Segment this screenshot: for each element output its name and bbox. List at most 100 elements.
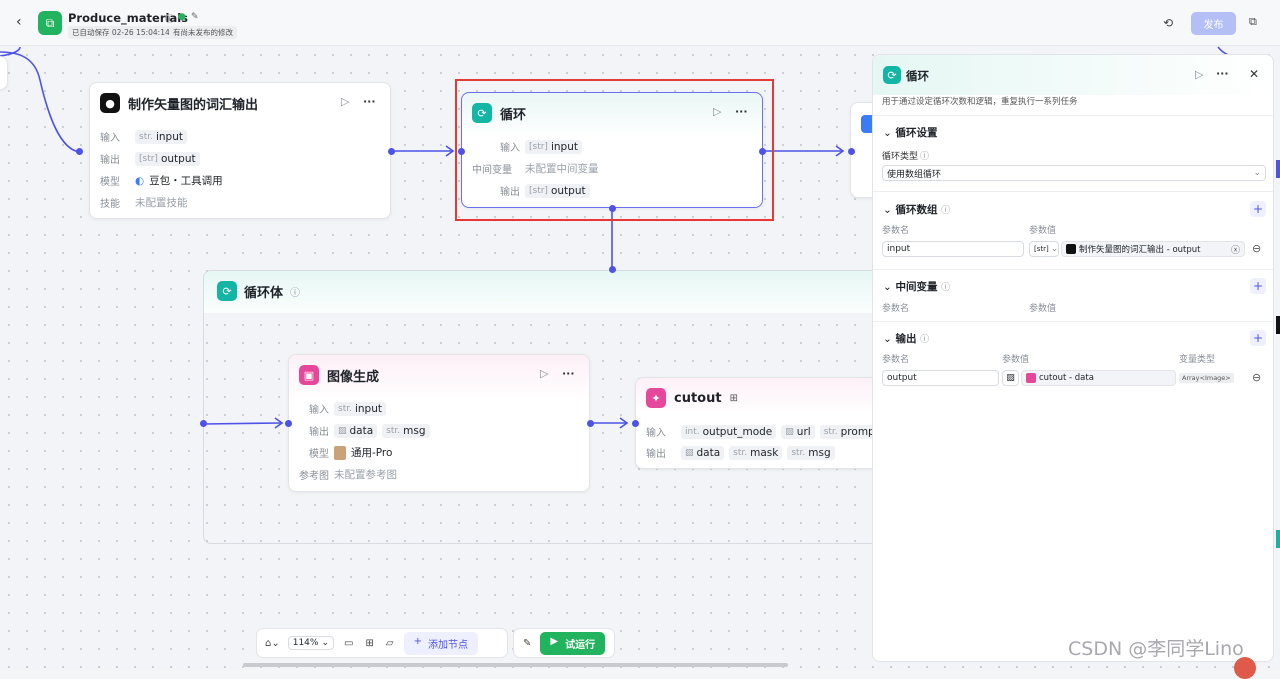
- loop-array-heading[interactable]: ⌄ 循环数组 ⓘ: [883, 202, 950, 217]
- param-name-value: output: [887, 373, 917, 383]
- model-avatar: [334, 445, 346, 460]
- chevron-down-icon: ⌄: [1050, 244, 1059, 254]
- output-ref-field[interactable]: cutout - data: [1021, 370, 1176, 386]
- chevron-down-icon: ⌄: [883, 281, 892, 293]
- info-icon[interactable]: ⓘ: [941, 206, 950, 216]
- info-icon[interactable]: ⓘ: [920, 149, 929, 162]
- info-icon[interactable]: ⓘ: [290, 284, 300, 299]
- output-tag: ▨ data: [681, 445, 725, 460]
- close-icon[interactable]: ✕: [1249, 67, 1259, 81]
- zoom-value: 114%: [292, 638, 319, 648]
- loop-body-icon: ⟳: [217, 281, 237, 301]
- port-out[interactable]: [587, 420, 594, 427]
- run-node-icon[interactable]: ▷: [713, 105, 721, 118]
- cutout-node[interactable]: ✦ cutout ⊞ 输入 int. output_mode ▨ url str. p…: [635, 377, 883, 469]
- loop-settings-heading[interactable]: ⌄ 循环设置: [883, 125, 937, 140]
- output-label: 输出: [309, 427, 329, 438]
- info-icon[interactable]: ⓘ: [941, 283, 950, 293]
- ref-label: 参考图: [299, 471, 329, 482]
- input-label: 输入: [646, 428, 666, 439]
- var-name: input: [155, 130, 183, 143]
- partial-node-left[interactable]: [0, 56, 8, 90]
- array-ref-field[interactable]: 制作矢量图的词汇输出 - output ⓧ: [1061, 241, 1245, 257]
- input-tag: str. input: [334, 401, 386, 416]
- loop-type-select[interactable]: 使用数组循环 ⌄: [882, 165, 1266, 181]
- add-node-button[interactable]: + 添加节点: [403, 631, 478, 655]
- output-heading[interactable]: ⌄ 输出 ⓘ: [883, 331, 929, 346]
- skill-value: 未配置技能: [135, 197, 188, 209]
- output-tag: [str] output: [135, 151, 200, 166]
- zoom-select[interactable]: 114% ⌄: [287, 636, 335, 650]
- more-icon[interactable]: ···: [363, 95, 376, 108]
- port-out[interactable]: [759, 148, 766, 155]
- more-icon[interactable]: ···: [562, 367, 575, 380]
- info-icon[interactable]: ⓘ: [920, 335, 929, 345]
- param-name-value: input: [887, 244, 911, 254]
- mid-vars-heading[interactable]: ⌄ 中间变量 ⓘ: [883, 279, 950, 294]
- loop-node[interactable]: ⟳ 循环 ▷ ··· 输入 [str] input 中间变量 未配置中间变量 输出…: [461, 92, 763, 208]
- edge-marker: [1276, 160, 1280, 178]
- model-label: 模型: [309, 449, 329, 460]
- output-tag: ▨ data: [334, 423, 378, 438]
- output-name-input[interactable]: output: [882, 370, 999, 386]
- port-out[interactable]: [388, 148, 395, 155]
- avatar: [1234, 657, 1256, 679]
- chevron-down-icon: ⌄: [321, 638, 330, 648]
- var-type-header: 变量类型: [1179, 355, 1216, 365]
- minimap-icon[interactable]: ▱: [386, 638, 394, 649]
- array-type-select[interactable]: [str] ⌄: [1029, 241, 1059, 257]
- skill-label: 技能: [100, 199, 120, 210]
- type-label: str.: [139, 131, 153, 142]
- output-tag: str. mask: [729, 445, 783, 460]
- add-array-param-button[interactable]: +: [1250, 201, 1266, 217]
- horizontal-scrollbar[interactable]: [243, 663, 788, 667]
- model-label: 模型: [100, 177, 120, 188]
- ref-value: 制作矢量图的词汇输出 - output: [1079, 245, 1201, 255]
- input-label: 输入: [309, 405, 329, 416]
- comment-icon[interactable]: ▭: [344, 638, 353, 649]
- type-label: str.: [338, 403, 352, 414]
- test-run-button[interactable]: ▶ 试运行: [540, 631, 606, 655]
- image-type-icon: ▨: [1006, 373, 1015, 383]
- debug-icon[interactable]: ✎: [523, 638, 531, 649]
- divider: [873, 321, 1273, 322]
- watermark: CSDN @李同学Lino: [1068, 638, 1244, 660]
- port-in[interactable]: [632, 420, 639, 427]
- output-label: 输出: [500, 187, 520, 198]
- panel-title: 循环: [906, 69, 929, 83]
- port-in[interactable]: [848, 148, 855, 155]
- port-in[interactable]: [285, 420, 292, 427]
- port-body[interactable]: [609, 205, 616, 212]
- port-body-in[interactable]: [609, 266, 616, 273]
- var-name: data: [696, 446, 721, 459]
- port-in[interactable]: [76, 148, 83, 155]
- run-node-icon[interactable]: ▷: [1195, 68, 1203, 81]
- run-node-icon[interactable]: ▷: [540, 367, 548, 380]
- remove-icon[interactable]: ⊖: [1252, 371, 1261, 384]
- param-name-header: 参数名: [882, 226, 910, 236]
- type-label: str.: [823, 426, 838, 437]
- more-icon[interactable]: ···: [1216, 67, 1229, 80]
- remove-icon[interactable]: ⊖: [1252, 242, 1261, 255]
- run-node-icon[interactable]: ▷: [341, 95, 349, 108]
- clear-icon[interactable]: ⓧ: [1231, 243, 1240, 256]
- add-output-button[interactable]: +: [1250, 330, 1266, 346]
- loop-icon: ⟳: [883, 66, 901, 84]
- model-value: 豆包・工具调用: [149, 175, 223, 187]
- type-label: [str]: [529, 185, 548, 196]
- plugin-icon: ⊞: [729, 392, 738, 404]
- layout-icon[interactable]: ⊞: [365, 638, 373, 649]
- output-type-select[interactable]: ▨: [1002, 370, 1019, 386]
- section-title: 循环数组: [895, 204, 938, 216]
- more-icon[interactable]: ···: [735, 105, 748, 118]
- panel-description: 用于通过设定循环次数和逻辑，重复执行一系列任务: [882, 97, 1078, 107]
- port-loop-start[interactable]: [200, 420, 207, 427]
- llm-node-vector-words[interactable]: ● 制作矢量图的词汇输出 ▷ ··· 输入 str. input 输出 [str]…: [89, 82, 391, 219]
- param-value-header: 参数值: [1029, 304, 1057, 314]
- loop-config-panel: ⟳ 循环 ▷ ··· ✕ 用于通过设定循环次数和逻辑，重复执行一系列任务 ⌄ 循…: [872, 54, 1274, 662]
- array-param-name-input[interactable]: input: [882, 241, 1024, 257]
- image-gen-node[interactable]: ▣ 图像生成 ▷ ··· 输入 str. input 输出 ▨ data str. m…: [288, 354, 590, 492]
- add-mid-var-button[interactable]: +: [1250, 278, 1266, 294]
- mouse-mode-icon[interactable]: ⌂⌄: [265, 638, 280, 649]
- port-in[interactable]: [458, 148, 465, 155]
